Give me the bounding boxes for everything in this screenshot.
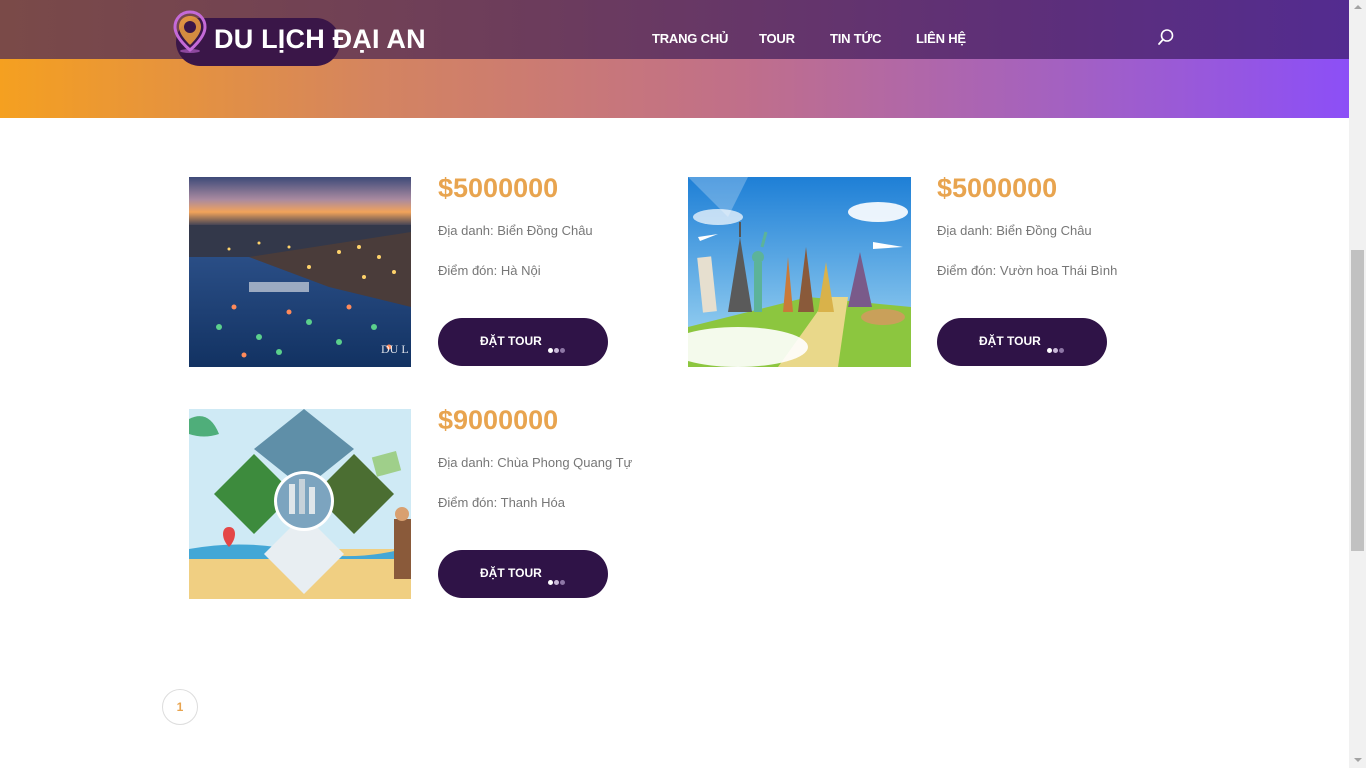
nav-item-contact[interactable]: LIÊN HỆ — [916, 31, 966, 46]
tour-price: $9000000 — [438, 405, 559, 435]
book-tour-label: ĐẶT TOUR — [480, 566, 542, 580]
scroll-down-icon[interactable] — [1354, 758, 1362, 762]
tour-card: $9000000 Địa danh: Chùa Phong Quang Tự Đ… — [189, 405, 649, 599]
tour-image[interactable] — [189, 409, 411, 599]
world-landmarks-photo — [688, 177, 911, 367]
scroll-up-icon[interactable] — [1354, 5, 1362, 9]
tour-card: $5000000 Địa danh: Biển Đồng Châu Điểm đ… — [688, 173, 1148, 367]
dots-icon — [548, 573, 566, 588]
nav-item-tour[interactable]: TOUR — [759, 31, 795, 46]
dots-icon — [548, 341, 566, 356]
book-tour-button[interactable]: ĐẶT TOUR — [438, 550, 608, 598]
tour-destination: Địa danh: Biển Đồng Châu — [937, 223, 1092, 238]
tour-pickup: Điểm đón: Vườn hoa Thái Bình — [937, 263, 1118, 278]
scrollbar-thumb[interactable] — [1351, 250, 1364, 551]
tour-destination: Địa danh: Chùa Phong Quang Tự — [438, 455, 633, 470]
tour-price: $5000000 — [438, 173, 559, 203]
nav-item-news[interactable]: TIN TỨC — [830, 31, 881, 46]
travel-collage-photo — [189, 409, 411, 599]
book-tour-label: ĐẶT TOUR — [480, 334, 542, 348]
svg-text:DU L: DU L — [381, 342, 409, 356]
tour-price: $5000000 — [937, 173, 1058, 203]
tour-image[interactable]: DU L — [189, 177, 411, 367]
nav-item-home[interactable]: TRANG CHỦ — [652, 31, 728, 46]
book-tour-button[interactable]: ĐẶT TOUR — [937, 318, 1107, 366]
night-river-town-photo: DU L — [189, 177, 411, 367]
search-icon[interactable] — [1157, 28, 1175, 46]
tour-image[interactable] — [688, 177, 911, 367]
location-pin-icon — [173, 10, 207, 53]
scrollbar[interactable] — [1349, 0, 1366, 768]
tour-card: DU L $5000000 Địa danh: Biển Đồng Châu Đ… — [189, 173, 649, 367]
pagination-page-1[interactable]: 1 — [162, 689, 198, 725]
site-logo[interactable]: DU LỊCH ĐẠI AN — [214, 24, 426, 55]
book-tour-button[interactable]: ĐẶT TOUR — [438, 318, 608, 366]
dots-icon — [1047, 341, 1065, 356]
book-tour-label: ĐẶT TOUR — [979, 334, 1041, 348]
tour-pickup: Điểm đón: Hà Nội — [438, 263, 541, 278]
tour-destination: Địa danh: Biển Đồng Châu — [438, 223, 593, 238]
tour-pickup: Điểm đón: Thanh Hóa — [438, 495, 565, 510]
